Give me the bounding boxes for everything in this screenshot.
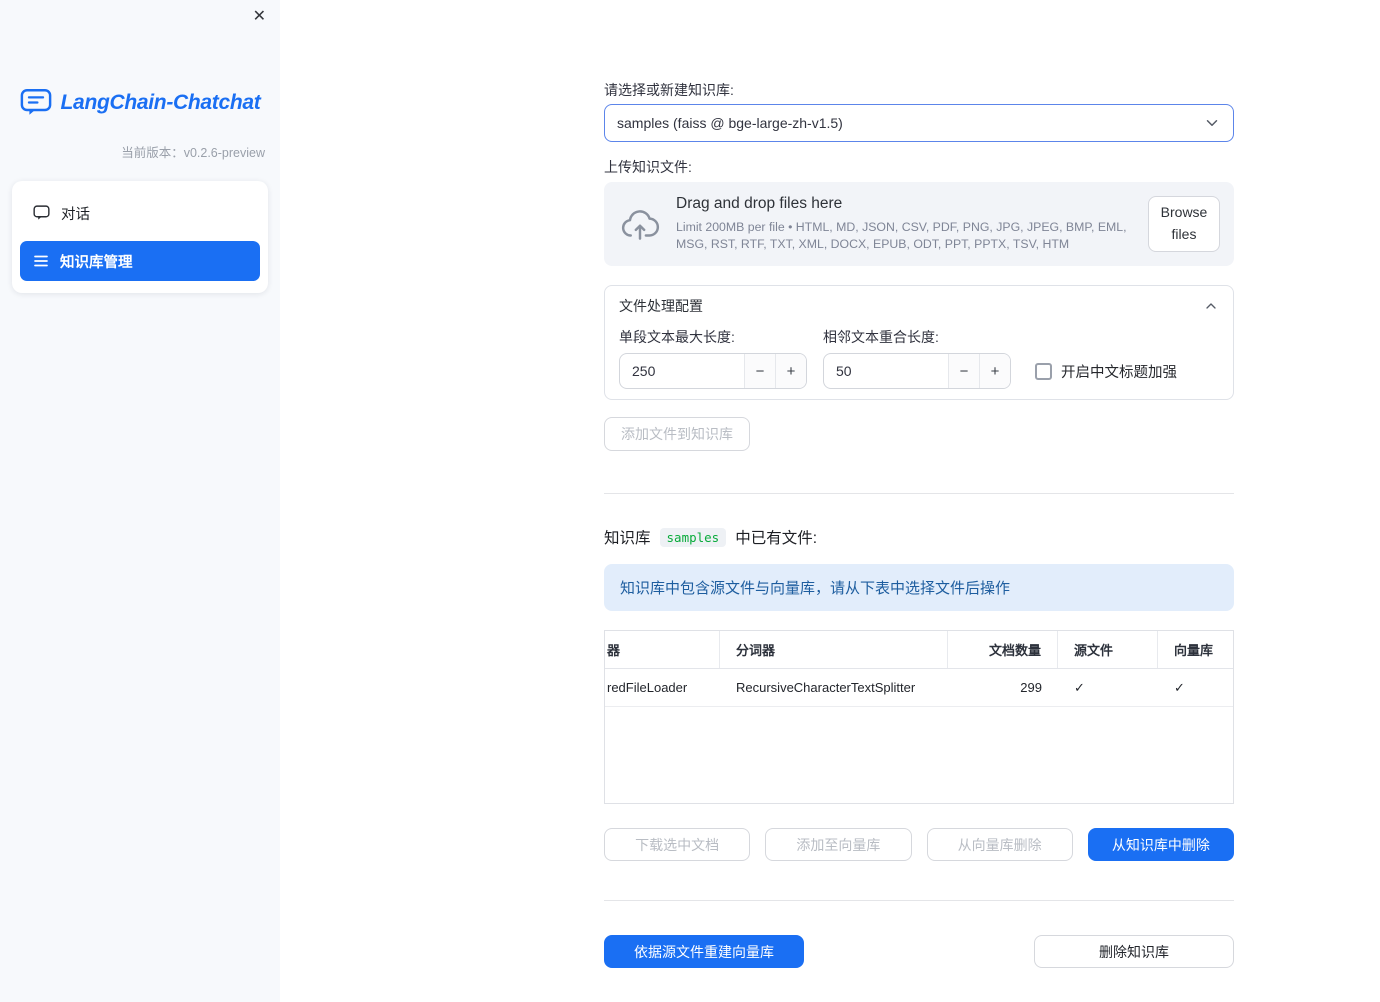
sidebar-item-kb-management[interactable]: 知识库管理	[20, 241, 260, 281]
browse-files-button[interactable]: Browse files	[1148, 196, 1220, 252]
chunk-size-decrement-button[interactable]: −	[744, 354, 775, 388]
kb-actions-row: 依据源文件重建向量库 删除知识库	[604, 935, 1234, 968]
dropzone-limits: Limit 200MB per file • HTML, MD, JSON, C…	[676, 219, 1127, 251]
divider	[604, 900, 1234, 901]
checkbox-label: 开启中文标题加强	[1061, 364, 1177, 381]
kb-files-heading: 知识库 samples 中已有文件:	[604, 526, 1234, 548]
add-files-to-kb-button[interactable]: 添加文件到知识库	[604, 417, 750, 451]
menu-item-label: 知识库管理	[60, 254, 133, 271]
chevron-down-icon	[1203, 114, 1221, 132]
cell-loader: redFileLoader	[607, 680, 688, 695]
table-header-source-file[interactable]: 源文件	[1058, 631, 1158, 668]
upload-cloud-icon	[620, 207, 660, 241]
overlap-increment-button[interactable]: +	[979, 354, 1010, 388]
divider	[604, 493, 1234, 494]
expander-body: 单段文本最大长度: 250 − + 相邻文本重合长度: 50 − + 开启中文标…	[605, 326, 1233, 399]
chat-icon	[33, 205, 50, 221]
cell-doc-count: 299	[1020, 680, 1042, 695]
kb-select-label: 请选择或新建知识库:	[604, 82, 734, 98]
table-header-splitter[interactable]: 分词器	[720, 631, 948, 668]
expander-title: 文件处理配置	[619, 298, 703, 314]
cell-source-file-check: ✓	[1074, 679, 1085, 695]
download-selected-button[interactable]: 下载选中文档	[604, 828, 751, 861]
overlap-field: 相邻文本重合长度: 50 − +	[823, 330, 1011, 389]
overlap-value[interactable]: 50	[824, 363, 948, 379]
version-value: v0.2.6-preview	[183, 146, 265, 160]
chunk-size-field: 单段文本最大长度: 250 − +	[619, 330, 807, 389]
chunk-size-input[interactable]: 250 − +	[619, 353, 807, 389]
chunk-size-increment-button[interactable]: +	[775, 354, 806, 388]
file-uploader-dropzone[interactable]: Drag and drop files here Limit 200MB per…	[604, 182, 1234, 266]
cell-vector-store-check: ✓	[1174, 679, 1185, 695]
close-sidebar-button[interactable]: ✕	[253, 7, 266, 27]
kb-files-table[interactable]: 器 分词器 文档数量 源文件 向量库 redFileLoader Recursi…	[604, 630, 1234, 804]
chevron-up-icon	[1203, 298, 1219, 314]
version-label: 当前版本：	[121, 146, 184, 160]
file-config-expander: 文件处理配置 单段文本最大长度: 250 − + 相邻文本重合长度: 50 − …	[604, 285, 1234, 400]
delete-from-vector-store-button[interactable]: 从向量库删除	[926, 828, 1073, 861]
main-content: 请选择或新建知识库: samples (faiss @ bge-large-zh…	[604, 0, 1234, 968]
overlap-label: 相邻文本重合长度:	[823, 329, 939, 345]
delete-from-kb-button[interactable]: 从知识库中删除	[1087, 828, 1234, 861]
info-message: 知识库中包含源文件与向量库，请从下表中选择文件后操作	[604, 564, 1234, 611]
overlap-decrement-button[interactable]: −	[948, 354, 979, 388]
upload-label: 上传知识文件:	[604, 159, 692, 175]
kb-name-code: samples	[659, 527, 727, 547]
dropzone-instructions: Drag and drop files here	[676, 194, 843, 212]
table-header-vector-store[interactable]: 向量库	[1158, 631, 1233, 668]
sidebar: ✕ LangChain-Chatchat 当前版本：v0.2.6-preview…	[0, 0, 280, 1002]
expander-header[interactable]: 文件处理配置	[605, 286, 1233, 326]
kb-select-value: samples (faiss @ bge-large-zh-v1.5)	[617, 115, 843, 131]
kb-stack-icon	[33, 253, 49, 269]
table-empty-area	[605, 707, 1233, 803]
kb-files-prefix: 知识库	[604, 530, 651, 547]
table-row[interactable]: redFileLoader RecursiveCharacterTextSpli…	[605, 669, 1233, 707]
checkbox-unchecked-icon	[1035, 362, 1052, 380]
add-to-vector-store-button[interactable]: 添加至向量库	[765, 828, 912, 861]
table-header-loader[interactable]: 器	[605, 631, 720, 668]
kb-files-suffix: 中已有文件:	[735, 530, 818, 547]
dropzone-text: Drag and drop files here Limit 200MB per…	[676, 195, 1132, 253]
overlap-input[interactable]: 50 − +	[823, 353, 1011, 389]
sidebar-item-dialog[interactable]: 对话	[20, 193, 260, 233]
table-header-row: 器 分词器 文档数量 源文件 向量库	[605, 631, 1233, 669]
menu-item-label: 对话	[61, 206, 90, 223]
zh-title-enhance-checkbox[interactable]: 开启中文标题加强	[1035, 353, 1177, 389]
chunk-size-label: 单段文本最大长度:	[619, 329, 735, 345]
app-logo: LangChain-Chatchat	[0, 88, 280, 117]
chunk-size-value[interactable]: 250	[620, 363, 744, 379]
table-header-doc-count[interactable]: 文档数量	[948, 631, 1058, 668]
sidebar-menu: 对话 知识库管理	[12, 181, 268, 293]
kb-select[interactable]: samples (faiss @ bge-large-zh-v1.5)	[604, 104, 1234, 142]
delete-kb-button[interactable]: 删除知识库	[1034, 935, 1234, 968]
file-actions-row: 下载选中文档 添加至向量库 从向量库删除 从知识库中删除	[604, 828, 1234, 861]
cell-splitter: RecursiveCharacterTextSplitter	[736, 680, 916, 695]
rebuild-vector-store-button[interactable]: 依据源文件重建向量库	[604, 935, 804, 968]
logo-chat-bubble-icon	[20, 88, 52, 117]
version-text: 当前版本：v0.2.6-preview	[0, 142, 280, 161]
logo-text: LangChain-Chatchat	[60, 90, 261, 114]
info-message-text: 知识库中包含源文件与向量库，请从下表中选择文件后操作	[620, 580, 1011, 597]
